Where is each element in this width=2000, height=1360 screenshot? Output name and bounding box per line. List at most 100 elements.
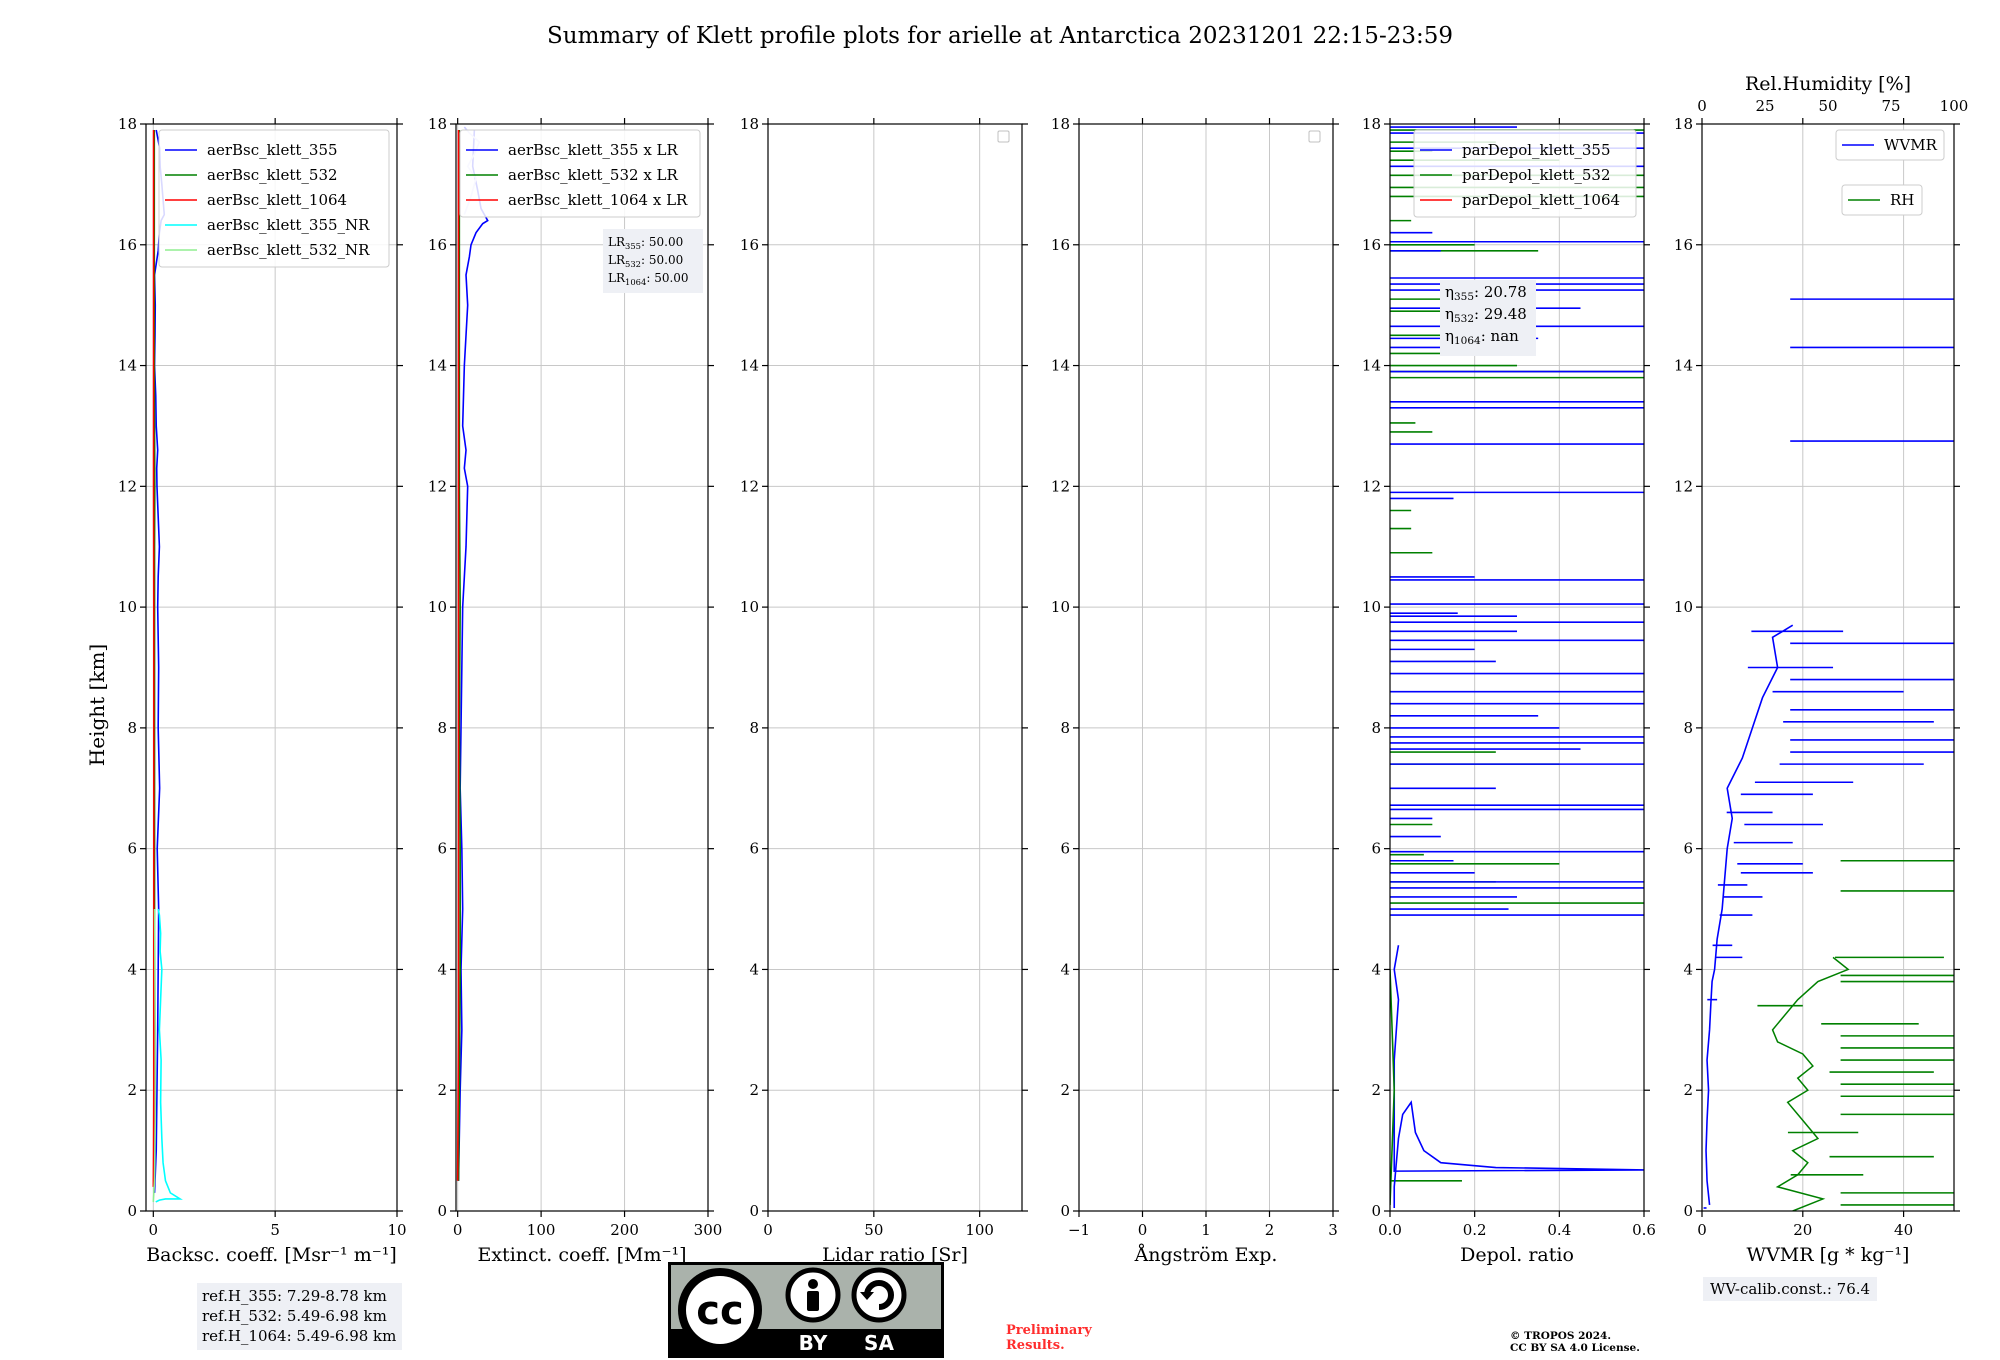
legend-label: parDepol_klett_532 (1462, 166, 1611, 184)
y-tick-label: 0 (437, 1202, 447, 1220)
sa-label: SA (864, 1331, 894, 1355)
sa-share-alike-icon (851, 1267, 907, 1323)
y-tick-label: 6 (1371, 840, 1381, 858)
legend-empty-box (1308, 130, 1321, 143)
person-body-icon (807, 1291, 819, 1311)
y-tick-label: 10 (118, 598, 137, 616)
y-tick-label: 6 (127, 840, 137, 858)
y-tick-label: 10 (1051, 598, 1070, 616)
y-tick-label: 2 (1060, 1081, 1070, 1099)
y-tick-label: 18 (428, 115, 447, 133)
y-tick-label: 0 (127, 1202, 137, 1220)
x-tick-label: 0 (1138, 1221, 1148, 1239)
x2-tick-label: 50 (1818, 97, 1837, 115)
legend-label: aerBsc_klett_355_NR (207, 216, 370, 234)
y-tick-label: 6 (437, 840, 447, 858)
x2-axis-label: Rel.Humidity [%] (1745, 73, 1911, 95)
x-axis-label: Depol. ratio (1460, 1244, 1574, 1266)
y-tick-label: 12 (1051, 477, 1070, 495)
y-tick-label: 16 (428, 236, 447, 254)
by-label: BY (799, 1331, 828, 1355)
x-tick-label: 0 (763, 1221, 773, 1239)
panel-backscatter: 0 5 10 0 2 4 6 8 10 12 14 16 18 Backsc. coeff. [Msr⁻¹… (118, 115, 407, 1266)
y-tick-label: 8 (1371, 719, 1381, 737)
y-tick-label: 10 (428, 598, 447, 616)
x-axis-label: WVMR [g * kg⁻¹] (1747, 1244, 1910, 1266)
x2-tick-label: 100 (1940, 97, 1969, 115)
y-tick-label: 4 (1371, 960, 1381, 978)
panel-wvmr: 0 20 40 0 2 4 6 8 10 12 14 16 18 WVMR [g * kg⁻¹] 0 25 50… (1674, 73, 1968, 1266)
legend-label: aerBsc_klett_532 x LR (508, 166, 679, 184)
y-tick-label: 2 (1371, 1081, 1381, 1099)
copyright-line-2: CC BY SA 4.0 License. (1510, 1342, 1640, 1354)
axes-frame (767, 123, 1023, 1212)
x-axis-label: Ångström Exp. (1134, 1244, 1278, 1266)
axes-frame (145, 123, 398, 1212)
y-tick-label: 4 (1060, 960, 1070, 978)
y-tick-label: 4 (127, 960, 137, 978)
x-tick-label: 0.2 (1463, 1221, 1487, 1239)
y-tick-label: 14 (428, 357, 447, 375)
legend-label: RH (1890, 191, 1914, 209)
legend-label: WVMR (1884, 136, 1938, 154)
x-tick-label: 50 (864, 1221, 883, 1239)
annotation-text: LR532: 50.00 (608, 253, 683, 269)
y-tick-label: 10 (1362, 598, 1381, 616)
ref-height-1064: ref.H_1064: 5.49-6.98 km (202, 1327, 397, 1345)
y-tick-label: 14 (1051, 357, 1070, 375)
x2-tick-label: 25 (1755, 97, 1774, 115)
cc-by-sa-license-badge: cc BY SA (668, 1262, 944, 1358)
x-tick-label: 0 (453, 1221, 463, 1239)
x-tick-label: 300 (694, 1221, 723, 1239)
x-tick-label: 0 (1697, 1221, 1707, 1239)
figure-title: Summary of Klett profile plots for ariel… (547, 23, 1453, 49)
copyright-line-1: © TROPOS 2024. (1510, 1330, 1612, 1342)
y-axis-label: Height [km] (85, 644, 109, 766)
x2-tick-label: 75 (1881, 97, 1900, 115)
y-tick-label: 8 (1060, 719, 1070, 737)
series-line-2 (456, 130, 460, 1181)
y-tick-label: 16 (1674, 236, 1693, 254)
y-tick-label: 18 (1674, 115, 1693, 133)
y-tick-label: 2 (127, 1081, 137, 1099)
legend-label: parDepol_klett_1064 (1462, 191, 1620, 209)
y-tick-label: 12 (1362, 477, 1381, 495)
y-tick-label: 8 (1683, 719, 1693, 737)
y-tick-label: 16 (740, 236, 759, 254)
legend-empty-box (997, 130, 1010, 143)
x-tick-label: 0.0 (1378, 1221, 1402, 1239)
x-tick-label: 10 (387, 1221, 406, 1239)
y-tick-label: 2 (437, 1081, 447, 1099)
x-tick-label: 100 (965, 1221, 994, 1239)
cc-icon: cc (696, 1288, 743, 1334)
y-tick-label: 16 (1051, 236, 1070, 254)
y-tick-label: 6 (1060, 840, 1070, 858)
y-tick-label: 6 (1683, 840, 1693, 858)
x-tick-label: 100 (527, 1221, 556, 1239)
y-tick-label: 4 (437, 960, 447, 978)
ref-height-532: ref.H_532: 5.49-6.98 km (202, 1307, 387, 1325)
x-tick-label: 1 (1201, 1221, 1211, 1239)
legend-label: aerBsc_klett_532_NR (207, 241, 370, 259)
annotation-text: LR1064: 50.00 (608, 271, 689, 287)
y-tick-label: 0 (1060, 1202, 1070, 1220)
y-tick-label: 18 (1051, 115, 1070, 133)
legend-label: aerBsc_klett_532 (207, 166, 338, 184)
person-head-icon (808, 1279, 818, 1289)
y-tick-label: 10 (1674, 598, 1693, 616)
y-tick-label: 10 (740, 598, 759, 616)
legend-label: aerBsc_klett_1064 (207, 191, 347, 209)
y-tick-label: 18 (1362, 115, 1381, 133)
x-tick-label: −1 (1068, 1221, 1090, 1239)
y-tick-label: 12 (740, 477, 759, 495)
y-tick-label: 14 (1362, 357, 1381, 375)
panel-depol: 0.0 0.2 0.4 0.6 0 2 4 6 8 10 12 14 16 18 Depol. ratio p… (1362, 115, 1656, 1266)
series-line-0 (1393, 945, 1644, 1208)
preliminary-results-note: Preliminary Results. (1006, 1323, 1092, 1353)
annotation-text: LR355: 50.00 (608, 235, 683, 251)
panel-angstrom: −1 0 1 2 3024681012141618Ångström Exp. (1051, 115, 1339, 1266)
y-tick-label: 6 (749, 840, 759, 858)
copyright-note: © TROPOS 2024. CC BY SA 4.0 License. (1510, 1330, 1640, 1354)
y-tick-label: 16 (118, 236, 137, 254)
legend-label: aerBsc_klett_1064 x LR (508, 191, 688, 209)
